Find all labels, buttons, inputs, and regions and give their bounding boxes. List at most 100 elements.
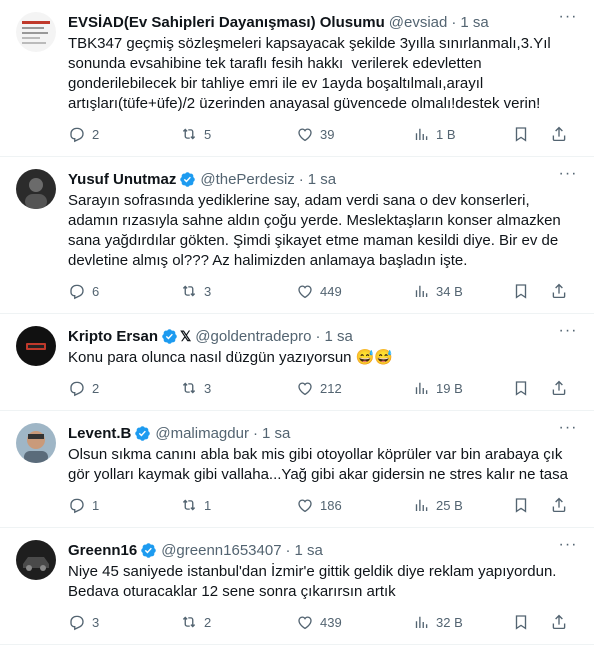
reply-button[interactable]: 6 [68,282,180,300]
more-options-icon[interactable]: ··· [558,166,578,187]
view-count: 19 B [436,380,463,396]
verified-badge-icon [179,171,196,188]
retweet-button[interactable]: 3 [180,282,296,300]
author-name[interactable]: Greenn16 [68,542,137,559]
verified-badge-icon [140,542,157,559]
like-button[interactable]: 186 [296,496,412,514]
tweet-actions: 3 2 439 32 B [68,612,578,632]
author-handle[interactable]: @malimagdur [155,425,249,442]
avatar[interactable] [16,169,56,209]
tweet[interactable]: Yusuf Unutmaz @thePerdesiz · 1 sa ··· Sa… [0,157,594,314]
author-handle[interactable]: @goldentradepro [195,328,311,345]
separator-dot: · [285,541,291,559]
retweet-button[interactable]: 3 [180,379,296,397]
heart-icon [298,499,312,513]
avatar[interactable] [16,540,56,580]
share-icon [552,283,566,299]
reply-button[interactable]: 3 [68,613,180,631]
tweet-timestamp[interactable]: 1 sa [460,14,488,31]
tweet-timestamp[interactable]: 1 sa [308,171,336,188]
heart-icon [298,285,312,299]
tweet-actions: 2 5 39 1 B [68,124,578,144]
tweet[interactable]: Levent.B @malimagdur · 1 sa ··· Olsun sı… [0,411,594,528]
tweet-timestamp[interactable]: 1 sa [324,328,352,345]
retweet-button[interactable]: 2 [180,613,296,631]
author-handle[interactable]: @evsiad [389,14,448,31]
avatar[interactable] [16,423,56,463]
share-button[interactable] [550,282,568,300]
more-options-icon[interactable]: ··· [558,420,578,441]
reply-button[interactable]: 2 [68,379,180,397]
tweet-timestamp[interactable]: 1 sa [262,425,290,442]
more-options-icon[interactable]: ··· [558,9,578,30]
reply-button[interactable]: 1 [68,496,180,514]
tweet-header: Levent.B @malimagdur · 1 sa [68,423,578,443]
view-count: 32 B [436,614,463,630]
bookmark-button[interactable] [512,613,542,631]
bookmark-button[interactable] [512,496,542,514]
reply-button[interactable]: 2 [68,125,180,143]
share-button[interactable] [550,613,568,631]
like-button[interactable]: 449 [296,282,412,300]
author-name[interactable]: Yusuf Unutmaz [68,171,176,188]
tweet-text: TBK347 geçmiş sözleşmeleri kapsayacak şe… [68,35,555,112]
view-count: 34 B [436,283,463,299]
author-handle[interactable]: @greenn1653407 [161,542,281,559]
reply-icon [70,381,84,397]
reply-count: 6 [92,283,100,299]
tweet-text: Sarayın sofrasında yediklerine say, adam… [68,192,565,269]
retweet-button[interactable]: 5 [180,125,296,143]
share-icon [552,380,566,396]
tweet-actions: 2 3 212 19 B [68,378,578,398]
views-button[interactable]: 32 B [412,613,512,631]
views-button[interactable]: 1 B [412,125,512,143]
author-handle[interactable]: @thePerdesiz [200,171,294,188]
tweet[interactable]: Greenn16 @greenn1653407 · 1 sa ··· Niye … [0,528,594,645]
author-name[interactable]: EVSİAD(Ev Sahipleri Dayanışması) Olusumu [68,14,385,31]
heart-icon [298,382,312,396]
bookmark-icon [515,284,527,299]
tweet-body: Levent.B @malimagdur · 1 sa ··· Olsun sı… [68,411,578,527]
view-count: 25 B [436,497,463,513]
tweet[interactable]: EVSİAD(Ev Sahipleri Dayanışması) Olusumu… [0,0,594,157]
avatar[interactable] [16,12,56,52]
views-button[interactable]: 19 B [412,379,512,397]
like-button[interactable]: 212 [296,379,412,397]
share-button[interactable] [550,379,568,397]
tweet[interactable]: Kripto Ersan 𝕏 @goldentradepro · 1 sa ··… [0,314,594,411]
bookmark-button[interactable] [512,125,542,143]
retweet-button[interactable]: 1 [180,496,296,514]
tweet-timestamp[interactable]: 1 sa [295,542,323,559]
like-button[interactable]: 439 [296,613,412,631]
more-options-icon[interactable]: ··· [558,537,578,558]
reply-icon [70,615,84,631]
like-button[interactable]: 39 [296,125,412,143]
view-count: 1 B [436,126,456,142]
tweet-actions: 1 1 186 25 B [68,495,578,515]
author-name[interactable]: Kripto Ersan [68,328,158,345]
views-button[interactable]: 34 B [412,282,512,300]
retweet-icon [182,616,196,628]
retweet-icon [182,128,196,140]
author-name[interactable]: Levent.B [68,425,131,442]
separator-dot: · [451,13,457,31]
tweet-text: Konu para olunca nasıl düzgün yazıyorsun… [68,349,394,366]
reply-count: 3 [92,614,100,630]
analytics-icon [415,499,428,511]
retweet-count: 3 [204,283,212,299]
share-icon [552,126,566,142]
like-count: 439 [320,614,342,630]
avatar[interactable] [16,326,56,366]
views-button[interactable]: 25 B [412,496,512,514]
separator-dot: · [252,424,258,442]
bookmark-button[interactable] [512,282,542,300]
share-button[interactable] [550,125,568,143]
reply-count: 1 [92,497,100,513]
share-button[interactable] [550,496,568,514]
more-options-icon[interactable]: ··· [558,323,578,344]
tweet-actions: 6 3 449 34 B [68,281,578,301]
retweet-icon [182,499,196,511]
bookmark-button[interactable] [512,379,542,397]
tweet-text: Olsun sıkma canını abla bak mis gibi oto… [68,446,568,483]
retweet-count: 3 [204,380,212,396]
